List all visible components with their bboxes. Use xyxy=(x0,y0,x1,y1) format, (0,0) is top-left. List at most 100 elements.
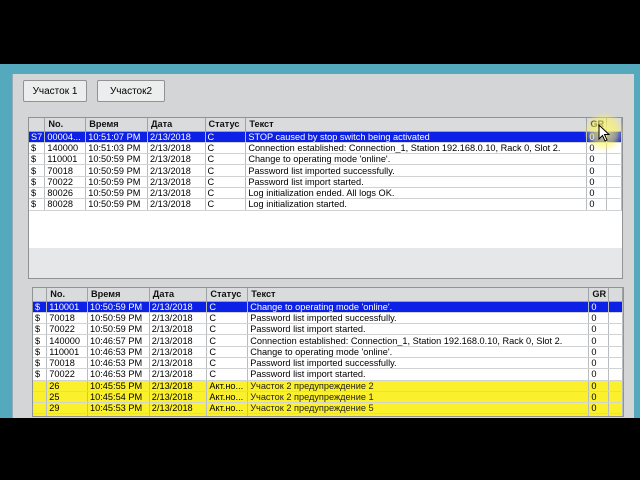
cell-status: C xyxy=(206,368,249,381)
cell-status: C xyxy=(206,357,249,370)
row-spacer xyxy=(608,368,623,381)
alarm-row[interactable]: 29 10:45:53 PM 2/13/2018 Акт.но... Участок 2… xyxy=(33,402,623,415)
cell-date: 2/13/2018 xyxy=(149,391,208,404)
col-date-header[interactable]: Дата xyxy=(149,288,208,302)
cell-text: Участок 2 предупреждение 7 xyxy=(247,413,590,416)
alarm-row[interactable]: $80028 10:50:59 PM 2/13/2018 C Log initializ… xyxy=(29,198,622,211)
cell-no: 110001 xyxy=(46,346,89,358)
cell-time: 10:50:59 PM xyxy=(87,323,150,336)
alarm-row[interactable]: 25 10:45:54 PM 2/13/2018 Акт.но... Участок 2… xyxy=(33,391,623,404)
cell-date: 2/13/2018 xyxy=(147,142,206,155)
cell-no: 00004... xyxy=(44,131,87,143)
letterbox-top xyxy=(0,0,640,64)
alarm-row[interactable]: $70022 10:50:59 PM 2/13/2018 C Password list… xyxy=(29,176,622,188)
alarm-row[interactable]: $110001 10:46:53 PM 2/13/2018 C Change to op… xyxy=(33,346,623,358)
alarm-table-2: No. Время Дата Статус Текст GR $110001 10… xyxy=(33,288,623,416)
alarm-row[interactable]: $110001 10:50:59 PM 2/13/2018 C Change to op… xyxy=(33,301,623,313)
cell-status: Акт.но... xyxy=(206,380,249,392)
cell-type: $ xyxy=(29,153,46,166)
cell-date: 2/13/2018 xyxy=(149,380,208,392)
alarm-row[interactable]: 3110:45:52 PM2/13/2018Акт.но...Участок 2… xyxy=(33,413,623,416)
cell-gr: 0 xyxy=(586,198,608,211)
alarm-row[interactable]: $70018 10:50:59 PM 2/13/2018 C Password list… xyxy=(33,312,623,325)
col-status-header[interactable]: Статус xyxy=(205,118,247,132)
cell-gr: 0 xyxy=(588,301,610,313)
cell-no: 110001 xyxy=(46,301,89,313)
cell-no: 70022 xyxy=(46,323,89,336)
alarm-row[interactable]: $110001 10:50:59 PM 2/13/2018 C Change to op… xyxy=(29,153,622,166)
row-spacer xyxy=(606,153,622,166)
alarm-row[interactable]: $70022 10:50:59 PM 2/13/2018 C Password list… xyxy=(33,323,623,336)
col-date-header[interactable]: Дата xyxy=(147,118,206,132)
cell-gr: 0 xyxy=(586,153,608,166)
cell-no: 80026 xyxy=(44,187,87,200)
letterbox-bottom xyxy=(0,418,640,480)
cell-text: Change to operating mode 'online'. xyxy=(245,153,588,166)
alarm-row[interactable]: $70018 10:50:59 PM 2/13/2018 C Password list… xyxy=(29,164,622,177)
col-gr-header[interactable]: GR xyxy=(588,288,610,302)
cell-no: 31 xyxy=(46,413,89,416)
alarm-row[interactable]: $140000 10:51:03 PM 2/13/2018 C Connection e… xyxy=(29,142,622,155)
cell-time: 10:50:59 PM xyxy=(87,312,150,325)
row-spacer xyxy=(608,312,623,325)
cell-status: C xyxy=(205,142,247,155)
cell-text: Log initialization ended. All logs OK. xyxy=(245,187,588,200)
cell-time: 10:51:03 PM xyxy=(85,142,149,155)
col-type-header[interactable] xyxy=(33,288,48,302)
cell-type: $ xyxy=(33,301,48,313)
alarm-panel: Участок 1 Участок2 No. Время Дата Статус xyxy=(12,74,634,418)
cell-type: $ xyxy=(29,142,46,155)
cell-time: 10:45:54 PM xyxy=(87,391,150,404)
cell-type xyxy=(33,413,48,416)
cell-type: $ xyxy=(33,312,48,325)
row-spacer xyxy=(608,413,623,416)
alarm-row[interactable]: $70022 10:46:53 PM 2/13/2018 C Password list… xyxy=(33,368,623,381)
col-time-header[interactable]: Время xyxy=(87,288,150,302)
alarm-row[interactable]: $70018 10:46:53 PM 2/13/2018 C Password list… xyxy=(33,357,623,370)
cell-status: C xyxy=(206,334,249,347)
cell-text: Change to operating mode 'online'. xyxy=(247,346,590,358)
col-text-header[interactable]: Текст xyxy=(247,288,590,302)
cell-status: C xyxy=(205,131,247,143)
row-spacer xyxy=(608,391,623,404)
cell-status: C xyxy=(206,323,249,336)
cell-time: 10:46:53 PM xyxy=(87,346,150,358)
col-time-header[interactable]: Время xyxy=(85,118,149,132)
alarm-row[interactable]: $140000 10:46:57 PM 2/13/2018 C Connection e… xyxy=(33,334,623,347)
col-text-header[interactable]: Текст xyxy=(245,118,588,132)
cell-text: Участок 2 предупреждение 1 xyxy=(247,391,590,404)
cell-gr: 0 xyxy=(588,402,610,415)
col-no-header[interactable]: No. xyxy=(46,288,89,302)
alarm-row[interactable]: $80026 10:50:59 PM 2/13/2018 C Log initializ… xyxy=(29,187,622,200)
col-status-header[interactable]: Статус xyxy=(206,288,249,302)
cell-date: 2/13/2018 xyxy=(147,131,206,143)
cell-type xyxy=(33,402,48,415)
cell-no: 29 xyxy=(46,402,89,415)
col-no-header[interactable]: No. xyxy=(44,118,87,132)
cell-text: Участок 2 предупреждение 2 xyxy=(247,380,590,392)
cell-type: $ xyxy=(33,368,48,381)
row-spacer xyxy=(606,164,622,177)
cell-gr: 0 xyxy=(588,413,610,416)
cell-text: Password list imported successfully. xyxy=(245,164,588,177)
cell-date: 2/13/2018 xyxy=(147,153,206,166)
alarm-row[interactable]: 26 10:45:55 PM 2/13/2018 Акт.но... Участок 2… xyxy=(33,380,623,392)
cell-date: 2/13/2018 xyxy=(147,187,206,200)
cell-gr: 0 xyxy=(588,368,610,381)
cell-date: 2/13/2018 xyxy=(149,368,208,381)
cell-time: 10:50:59 PM xyxy=(85,164,149,177)
table-header: No. Время Дата Статус Текст GR xyxy=(33,288,623,302)
cell-time: 10:46:57 PM xyxy=(87,334,150,347)
cell-type: $ xyxy=(33,323,48,336)
alarm-table-1: No. Время Дата Статус Текст GR S700004..… xyxy=(29,118,622,211)
cell-date: 2/13/2018 xyxy=(149,357,208,370)
hmi-screen: Участок 1 Участок2 No. Время Дата Статус xyxy=(0,64,640,418)
cell-date: 2/13/2018 xyxy=(149,413,208,416)
cell-date: 2/13/2018 xyxy=(147,164,206,177)
tab-uchastok-1[interactable]: Участок 1 xyxy=(23,80,87,102)
cell-gr: 0 xyxy=(588,357,610,370)
col-type-header[interactable] xyxy=(29,118,46,132)
cell-no: 80028 xyxy=(44,198,87,211)
tab-uchastok-2[interactable]: Участок2 xyxy=(97,80,165,102)
alarm-row[interactable]: S7 00004... 10:51:07 PM 2/13/2018 C STOP caus… xyxy=(29,131,622,143)
